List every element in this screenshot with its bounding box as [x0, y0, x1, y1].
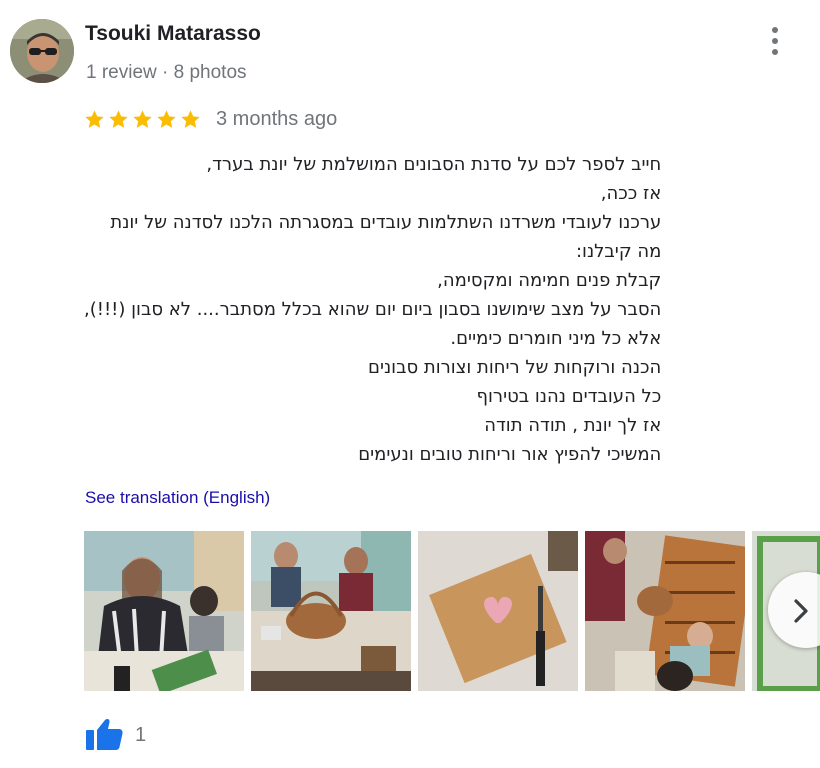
chevron-right-icon [794, 599, 808, 623]
more-options-button[interactable] [758, 24, 792, 58]
review-text: חייב לספר לכם על סדנת הסבונים המושלמת של… [84, 150, 661, 469]
avatar[interactable] [10, 19, 74, 83]
photo-woman-crafting[interactable] [84, 531, 244, 691]
like-count: 1 [135, 723, 147, 746]
review-line: כל העובדים נהנו בטירוף [476, 386, 662, 407]
more-dot-icon [772, 27, 778, 33]
photo-strip [84, 531, 820, 691]
review-line: אלא כל מיני חומרים כימיים. [450, 328, 662, 349]
review-line: אז ככה, [600, 183, 662, 204]
star-icon [109, 110, 128, 128]
reviewer-meta: 1 review · 8 photos [86, 62, 247, 83]
star-icon [85, 110, 104, 128]
reviewer-name[interactable]: Tsouki Matarasso [85, 22, 261, 46]
review-line: אז לך יונת , תודה תודה [484, 415, 662, 436]
review-date: 3 months ago [216, 108, 338, 130]
photo-heart-soap-board[interactable] [418, 531, 578, 691]
review-line: חייב לספר לכם על סדנת הסבונים המושלמת של… [206, 154, 662, 175]
more-dot-icon [772, 38, 778, 44]
star-icon [181, 110, 200, 128]
review-line: הכנה ורוקחות של ריחות וצורות סבונים [368, 357, 662, 378]
star-icon [157, 110, 176, 128]
star-rating [84, 109, 201, 130]
like-row: 1 [84, 718, 146, 752]
photo-group-shelves[interactable] [585, 531, 745, 691]
review-line: קבלת פנים חמימה ומקסימה, [437, 270, 662, 291]
rating-row: 3 months ago [84, 108, 337, 131]
review-line: הסבר על מצב שימושנו בסבון ביום יום שהוא … [84, 299, 662, 320]
review-line: המשיכי להפיץ אור וריחות טובים ונעימים [358, 444, 662, 465]
star-icon [133, 110, 152, 128]
review-line: ערכנו לעובדי משרדנו השתלמות עובדים במסגר… [110, 212, 662, 233]
more-dot-icon [772, 49, 778, 55]
review-line: מה קיבלנו: [575, 241, 662, 262]
avatar-photo [10, 19, 74, 83]
photo-table-basket[interactable] [251, 531, 411, 691]
thumbs-up-icon[interactable] [84, 718, 124, 752]
see-translation-link[interactable]: See translation (English) [85, 488, 270, 508]
